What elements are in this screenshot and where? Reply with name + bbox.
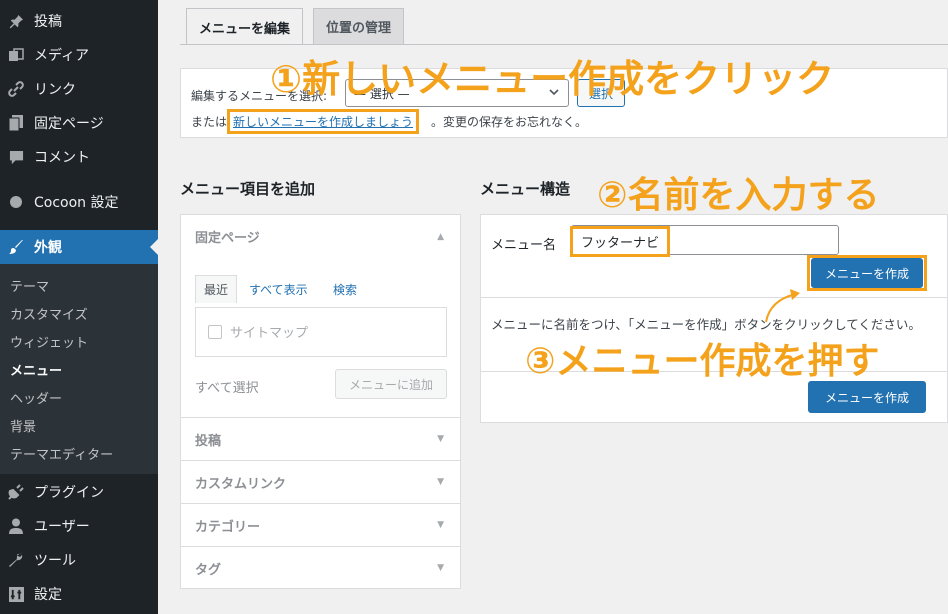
create-new-menu-link[interactable]: 新しいメニューを作成しましょう	[227, 109, 420, 134]
submenu-item-themes[interactable]: テーマ	[10, 276, 49, 295]
user-icon	[8, 518, 24, 534]
submenu-item-menus[interactable]: メニュー	[10, 360, 62, 379]
accordion-title: カスタムリンク	[195, 476, 287, 492]
caret-down-icon: ▼	[437, 520, 444, 530]
create-menu-button-bottom[interactable]: メニューを作成	[808, 381, 926, 413]
sidebar-item-comments[interactable]: コメント	[0, 140, 158, 174]
annotation-step-3: ③メニュー作成を押す	[525, 341, 880, 382]
sidebar-item-label: リンク	[34, 82, 76, 98]
sitemap-label: サイトマップ	[230, 326, 309, 341]
sidebar-item-label: メディア	[34, 48, 90, 64]
submenu-item-widgets[interactable]: ウィジェット	[10, 332, 88, 351]
add-menu-items-heading: メニュー項目を追加	[180, 180, 316, 198]
annotation-step-2: ②名前を入力する	[597, 175, 880, 216]
panel-divider	[481, 297, 947, 298]
caret-down-icon: ▼	[437, 434, 444, 444]
accordion-title: 投稿	[195, 433, 222, 449]
sidebar-item-media[interactable]: メディア	[0, 38, 158, 72]
select-all-label[interactable]: すべて選択	[195, 377, 259, 396]
accordion-categories[interactable]: カテゴリー ▼	[181, 503, 460, 546]
sidebar-item-plugins[interactable]: プラグイン	[0, 475, 158, 509]
accordion-posts[interactable]: 投稿 ▼	[181, 417, 460, 460]
caret-down-icon: ▼	[437, 477, 444, 487]
menu-items-accordion: 固定ページ ▲ 最近 すべて表示 検索 サイトマップ すべて選択 メニューに追加…	[180, 214, 461, 589]
add-to-menu-button[interactable]: メニューに追加	[335, 369, 447, 399]
annotation-arrow-icon	[765, 289, 800, 323]
sidebar-item-label: Cocoon 設定	[34, 195, 119, 211]
subtab-view-all[interactable]: すべて表示	[249, 281, 308, 298]
submenu-item-customize[interactable]: カスタマイズ	[10, 304, 88, 323]
media-icon	[8, 47, 24, 63]
menu-structure-heading: メニュー構造	[480, 180, 571, 198]
tab-edit-menus[interactable]: メニューを編集	[186, 8, 304, 45]
sidebar-item-users[interactable]: ユーザー	[0, 509, 158, 543]
accordion-title: カテゴリー	[195, 519, 261, 535]
menu-name-label: メニュー名	[491, 238, 557, 253]
comment-icon	[8, 149, 24, 165]
page-icon	[8, 115, 24, 131]
sidebar-item-posts[interactable]: 投稿	[0, 4, 158, 38]
subtab-search[interactable]: 検索	[333, 281, 357, 298]
submenu-item-background[interactable]: 背景	[10, 416, 36, 435]
caret-up-icon: ▲	[437, 231, 444, 242]
pin-icon	[8, 13, 24, 29]
sidebar-item-label: 投稿	[34, 14, 62, 30]
submenu-item-header[interactable]: ヘッダー	[10, 388, 62, 407]
annotation-step-1: ①新しいメニュー作成をクリック	[270, 57, 835, 101]
appearance-submenu: テーマ カスタマイズ ウィジェット メニュー ヘッダー 背景 テーマエディター	[0, 264, 158, 474]
menu-name-value: フッターナビ	[570, 226, 671, 257]
sidebar-item-label: 外観	[34, 240, 62, 256]
menu-structure-panel: メニュー名 フッターナビ メニューを作成 メニューに名前をつけ、「メニューを作成…	[480, 214, 948, 423]
circle-icon	[8, 194, 24, 210]
accordion-title: 固定ページ	[195, 231, 260, 246]
link-icon	[8, 81, 24, 97]
sidebar-item-label: プラグイン	[34, 485, 104, 501]
wrench-icon	[8, 552, 24, 568]
admin-sidebar: 投稿 メディア リンク 固定ページ コメント Cocoon 設定 外観 テーマ …	[0, 0, 158, 614]
sidebar-item-appearance[interactable]: 外観	[0, 230, 158, 264]
submenu-item-theme-editor[interactable]: テーマエディター	[10, 444, 113, 463]
sidebar-item-links[interactable]: リンク	[0, 72, 158, 106]
sidebar-item-label: ツール	[34, 553, 76, 569]
pages-checklist: サイトマップ	[195, 307, 447, 357]
sidebar-item-label: 設定	[34, 587, 62, 603]
sidebar-item-cocoon[interactable]: Cocoon 設定	[0, 185, 158, 219]
caret-down-icon: ▼	[437, 563, 444, 573]
save-reminder-text: 。変更の保存をお忘れなく。	[431, 115, 588, 129]
sitemap-checkbox[interactable]	[208, 325, 222, 339]
create-menu-button-top[interactable]: メニューを作成	[811, 258, 923, 288]
sidebar-item-pages[interactable]: 固定ページ	[0, 106, 158, 140]
sidebar-item-label: 固定ページ	[34, 116, 104, 132]
tab-divider	[180, 44, 948, 45]
tab-manage-locations[interactable]: 位置の管理	[313, 8, 405, 44]
accordion-title: タグ	[195, 562, 222, 578]
sidebar-item-label: コメント	[34, 150, 90, 166]
brush-icon	[8, 239, 24, 255]
sidebar-item-label: ユーザー	[34, 519, 90, 535]
accordion-pages[interactable]: 固定ページ ▲	[181, 215, 460, 258]
sidebar-item-tools[interactable]: ツール	[0, 543, 158, 577]
accordion-tags[interactable]: タグ ▼	[181, 546, 460, 589]
create-menu-highlight: メニューを作成	[807, 255, 927, 291]
plugin-icon	[8, 484, 24, 500]
settings-icon	[8, 586, 24, 602]
accordion-custom-links[interactable]: カスタムリンク ▼	[181, 460, 460, 503]
or-text: または	[191, 115, 228, 129]
subtab-recent[interactable]: 最近	[195, 275, 238, 303]
sidebar-item-settings[interactable]: 設定	[0, 577, 158, 611]
